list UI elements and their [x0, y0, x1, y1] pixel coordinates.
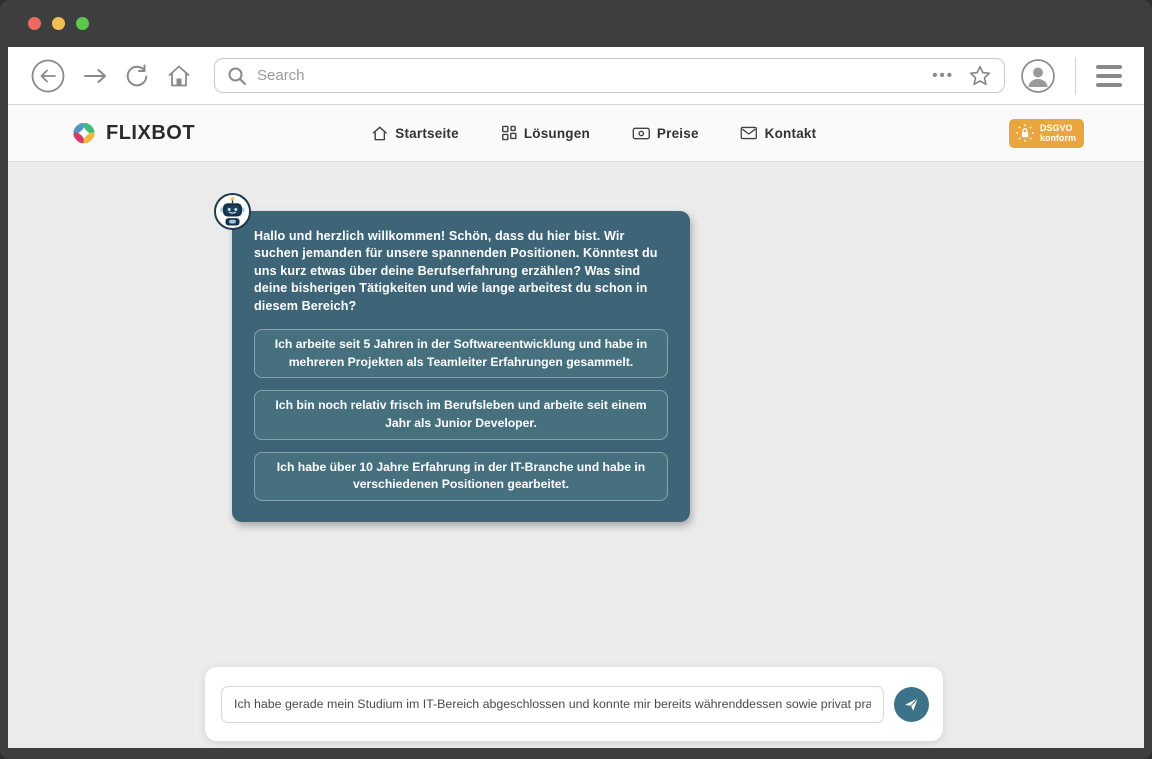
address-search-bar: ••• — [214, 58, 1005, 93]
chat-area: Hallo und herzlich willkommen! Schön, da… — [8, 162, 1144, 748]
lock-icon — [1015, 123, 1035, 143]
window-content: ••• — [8, 47, 1144, 748]
toolbar-divider — [1075, 58, 1076, 94]
bot-message-bubble: Hallo und herzlich willkommen! Schön, da… — [232, 211, 690, 522]
quick-reply-option-3[interactable]: Ich habe über 10 Jahre Erfahrung in der … — [254, 452, 668, 501]
traffic-lights — [28, 17, 89, 30]
forward-button[interactable] — [82, 65, 108, 87]
search-input[interactable] — [257, 67, 932, 84]
close-window-button[interactable] — [28, 17, 41, 30]
nav-label: Lösungen — [524, 126, 590, 141]
page-actions-overflow-button[interactable]: ••• — [932, 67, 954, 84]
home-icon — [166, 63, 192, 89]
message-composer — [205, 667, 943, 741]
back-icon — [30, 58, 66, 94]
refresh-icon — [124, 63, 150, 89]
forward-icon — [82, 65, 108, 87]
bot-avatar — [214, 193, 251, 230]
browser-window: ••• — [0, 0, 1152, 759]
send-button[interactable] — [894, 687, 929, 722]
mail-icon — [741, 126, 758, 140]
badge-text: DSGVO konform — [1040, 123, 1076, 144]
robot-icon — [216, 195, 249, 228]
nav-label: Startseite — [395, 126, 459, 141]
send-icon — [903, 696, 920, 713]
star-icon — [968, 64, 992, 88]
nav-item-preise[interactable]: Preise — [632, 126, 699, 141]
refresh-button[interactable] — [124, 63, 150, 89]
title-bar — [0, 0, 1152, 47]
menu-button[interactable] — [1096, 65, 1122, 87]
quick-reply-option-2[interactable]: Ich bin noch relativ frisch im Berufsleb… — [254, 390, 668, 439]
nav-label: Kontakt — [765, 126, 817, 141]
chat-message-input[interactable] — [221, 686, 884, 723]
bookmark-star-button[interactable] — [968, 64, 992, 88]
brand-name: FLIXBOT — [106, 122, 195, 145]
home-button[interactable] — [166, 63, 192, 89]
minimize-window-button[interactable] — [52, 17, 65, 30]
quick-reply-option-1[interactable]: Ich arbeite seit 5 Jahren in der Softwar… — [254, 329, 668, 378]
flixbot-pinwheel-icon — [70, 119, 98, 147]
bot-message-text: Hallo und herzlich willkommen! Schön, da… — [254, 228, 668, 315]
quick-reply-list: Ich arbeite seit 5 Jahren in der Softwar… — [254, 329, 668, 501]
hamburger-icon — [1096, 65, 1122, 69]
account-icon — [1021, 59, 1055, 93]
nav-item-startseite[interactable]: Startseite — [371, 125, 459, 142]
account-button[interactable] — [1021, 59, 1055, 93]
nav-item-loesungen[interactable]: Lösungen — [501, 125, 590, 141]
home-icon — [371, 125, 388, 142]
site-navbar: FLIXBOT Startseite — [8, 105, 1144, 162]
nav-item-kontakt[interactable]: Kontakt — [741, 126, 817, 141]
nav-menu: Startseite Lösungen Pr — [371, 105, 816, 161]
grid-icon — [501, 125, 517, 141]
banknote-icon — [632, 126, 650, 141]
dsgvo-badge: DSGVO konform — [1009, 119, 1084, 148]
nav-label: Preise — [657, 126, 699, 141]
browser-toolbar: ••• — [8, 47, 1144, 105]
back-button[interactable] — [30, 58, 66, 94]
brand-logo[interactable]: FLIXBOT — [70, 119, 195, 147]
search-icon — [227, 66, 247, 86]
maximize-window-button[interactable] — [76, 17, 89, 30]
